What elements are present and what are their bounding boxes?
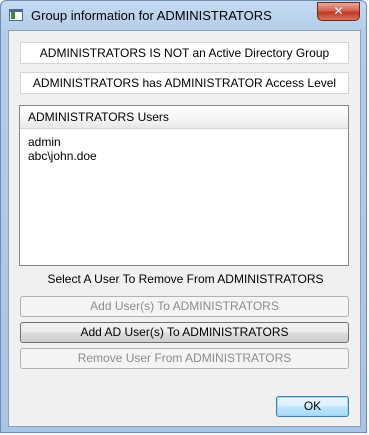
- app-window-icon: [9, 9, 23, 21]
- list-item[interactable]: abc\john.doe: [20, 149, 348, 163]
- users-list-items: admin abc\john.doe: [20, 129, 348, 163]
- dialog-window: Group information for ADMINISTRATORS ✕ A…: [0, 0, 367, 433]
- access-level-text: ADMINISTRATORS has ADMINISTRATOR Access …: [20, 72, 349, 94]
- close-icon: ✕: [333, 4, 344, 18]
- window-title: Group information for ADMINISTRATORS: [31, 8, 272, 23]
- remove-user-button[interactable]: Remove User From ADMINISTRATORS: [20, 348, 349, 369]
- title-bar[interactable]: Group information for ADMINISTRATORS ✕: [1, 1, 366, 31]
- add-ad-users-button[interactable]: Add AD User(s) To ADMINISTRATORS: [20, 322, 349, 343]
- add-users-button[interactable]: Add User(s) To ADMINISTRATORS: [20, 296, 349, 317]
- users-list-header[interactable]: ADMINISTRATORS Users: [20, 106, 348, 129]
- remove-instruction-text: Select A User To Remove From ADMINISTRAT…: [47, 272, 324, 286]
- ok-button[interactable]: OK: [276, 396, 349, 417]
- dialog-body: ADMINISTRATORS IS NOT an Active Director…: [8, 30, 361, 427]
- close-button[interactable]: ✕: [317, 2, 360, 21]
- users-listbox[interactable]: ADMINISTRATORS Users admin abc\john.doe: [19, 105, 349, 266]
- ad-status-text: ADMINISTRATORS IS NOT an Active Director…: [20, 42, 349, 64]
- list-item[interactable]: admin: [20, 135, 348, 149]
